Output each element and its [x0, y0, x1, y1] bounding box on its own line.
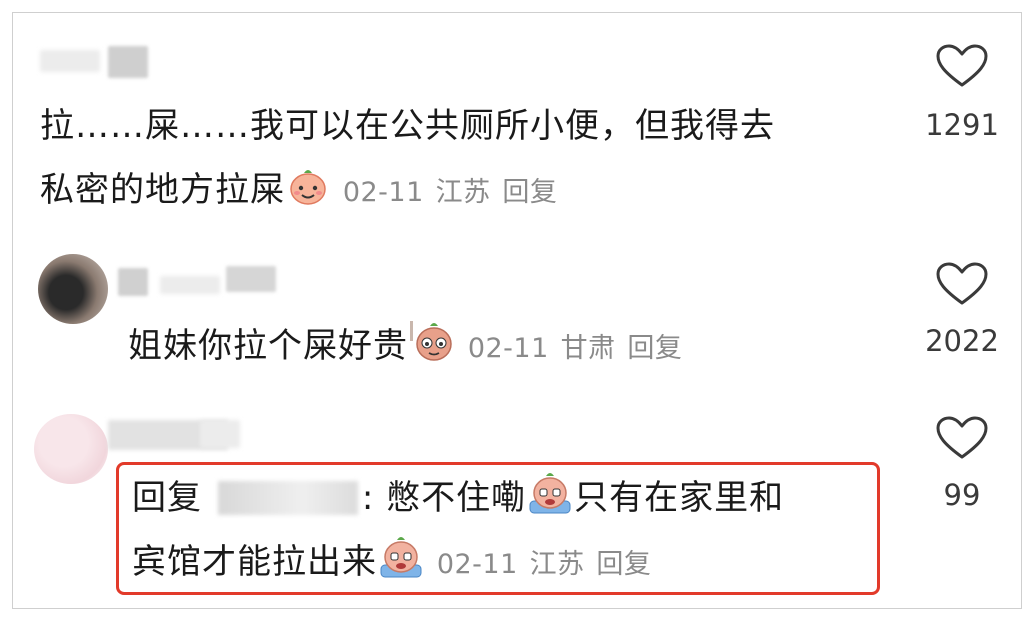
like-count: 2022	[925, 324, 999, 358]
comment-date: 02-11	[342, 177, 424, 208]
username-blurred	[108, 46, 148, 78]
comment-location: 江苏	[435, 177, 491, 208]
avatar	[34, 414, 108, 484]
comment-text-line: 姐妹你拉个屎好贵 02-11 甘肃 回复	[128, 318, 682, 380]
comment-text-line: 私密的地方拉屎 02-11 江苏 回复	[40, 162, 557, 224]
like-count: 99	[943, 478, 981, 512]
comment-location: 甘肃	[560, 333, 616, 364]
username-blurred	[226, 266, 276, 292]
reply-button[interactable]: 回复	[627, 333, 682, 364]
emoji-shy	[410, 319, 454, 380]
comment-text: 私密的地方拉屎	[40, 170, 285, 210]
highlight-box	[116, 462, 880, 595]
username-blurred	[40, 50, 100, 72]
heart-icon[interactable]	[936, 44, 988, 88]
comment-date: 02-11	[467, 333, 549, 364]
avatar	[38, 254, 108, 324]
username-blurred	[200, 420, 240, 448]
comment-text: 姐妹你拉个屎好贵	[128, 326, 408, 366]
username-blurred	[118, 268, 148, 296]
heart-icon[interactable]	[936, 262, 988, 306]
username-blurred	[160, 276, 220, 294]
heart-icon[interactable]	[936, 416, 988, 460]
like-count: 1291	[925, 108, 999, 142]
comment-text-line: 拉……屎……我可以在公共厕所小便，但我得去	[40, 98, 775, 154]
emoji-smile	[287, 165, 329, 224]
comment-text: 拉……屎……我可以在公共厕所小便，但我得去	[40, 106, 775, 146]
reply-button[interactable]: 回复	[502, 177, 557, 208]
